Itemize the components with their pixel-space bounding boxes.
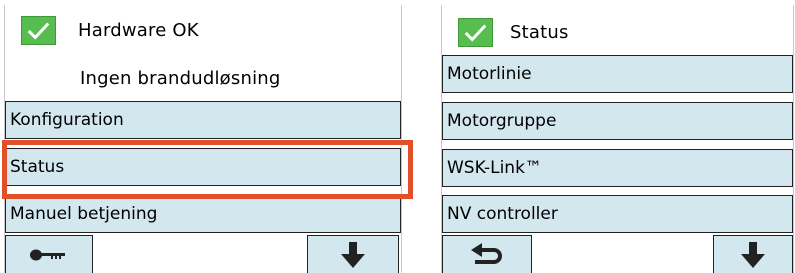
menu-item-label: Manuel betjening [10,204,158,224]
fire-status-text: Ingen brandudløsning [80,68,281,89]
back-button[interactable] [442,235,532,273]
selection-highlight [2,140,413,199]
menu-item-konfiguration[interactable]: Konfiguration [5,101,401,139]
menu-item-motorgruppe[interactable]: Motorgruppe [442,102,793,140]
status-header-text: Status [510,22,569,43]
menu-item-motorlinie[interactable]: Motorlinie [442,55,793,93]
scroll-down-button[interactable] [713,235,793,273]
menu-item-label: Konfiguration [10,110,124,130]
hardware-status-text: Hardware OK [78,20,199,41]
menu-item-label: WSK-Link™ [447,158,542,178]
main-menu-screen: Hardware OK Ingen brandudløsning Konfigu… [4,5,402,273]
return-arrow-icon [471,243,502,264]
menu-item-label: Motorlinie [447,64,532,84]
menu-item-label: NV controller [447,204,558,224]
hardware-status-row: Hardware OK [5,5,401,53]
arrow-down-icon [341,242,365,268]
menu-item-nv-controller[interactable]: NV controller [442,195,793,233]
check-icon [458,18,493,47]
scroll-down-button[interactable] [307,235,399,273]
fire-status-row: Ingen brandudløsning [5,53,401,101]
arrow-down-icon [741,242,765,268]
status-header-row: Status [442,5,793,53]
menu-item-manuel-betjening[interactable]: Manuel betjening [5,195,401,233]
menu-item-label: Motorgruppe [447,111,557,131]
check-icon [21,16,56,45]
login-button[interactable] [5,235,93,273]
status-menu-screen: Status Motorlinie Motorgruppe WSK-Link™ … [441,5,794,273]
menu-item-wsk-link[interactable]: WSK-Link™ [442,149,793,187]
key-icon [30,249,65,261]
